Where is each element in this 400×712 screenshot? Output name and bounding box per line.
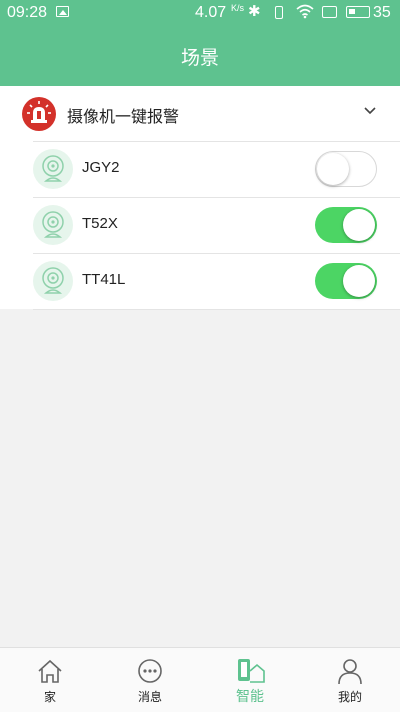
toggle-knob	[317, 153, 349, 185]
image-notification-icon	[56, 6, 69, 17]
device-toggle-jgy2[interactable]	[315, 151, 377, 187]
nav-item-profile[interactable]: 我的	[300, 648, 400, 712]
device-row-t52x: T52X	[33, 197, 400, 253]
nav-label: 消息	[137, 690, 162, 704]
wifi-icon	[296, 4, 314, 19]
sim-icon	[322, 6, 337, 18]
chevron-down-icon[interactable]	[363, 106, 377, 116]
camera-icon	[33, 205, 73, 245]
message-icon	[138, 659, 162, 683]
header-bar: 09:28 4.07 K/s ✱ 35 场景	[0, 0, 400, 86]
nav-label: 家	[43, 690, 56, 704]
device-row-jgy2: JGY2	[33, 141, 400, 197]
camera-icon	[33, 149, 73, 189]
toggle-knob	[343, 209, 375, 241]
toggle-knob	[343, 265, 375, 297]
battery-level: 35	[373, 4, 391, 21]
home-icon	[38, 659, 62, 683]
device-name: TT41L	[82, 271, 126, 288]
nav-item-smart[interactable]: 智能	[200, 648, 300, 712]
device-toggle-t52x[interactable]	[315, 207, 377, 243]
device-name: T52X	[82, 215, 118, 232]
profile-icon	[338, 659, 362, 685]
nav-label: 我的	[337, 690, 362, 704]
vibrate-icon	[275, 6, 283, 19]
device-toggle-tt41l[interactable]	[315, 263, 377, 299]
nav-label: 智能	[236, 689, 264, 705]
bottom-nav: 家 消息 智能 我的	[0, 647, 400, 712]
network-speed: 4.07	[195, 4, 227, 21]
smart-icon	[238, 659, 265, 683]
scene-card: 摄像机一键报警 JGY2 T52X TT41L	[0, 86, 400, 310]
status-bar: 09:28 4.07 K/s ✱ 35	[0, 0, 400, 26]
bluetooth-icon: ✱	[248, 3, 261, 20]
battery-icon	[346, 6, 370, 18]
nav-item-home[interactable]: 家	[0, 648, 100, 712]
scene-header[interactable]: 摄像机一键报警	[0, 86, 400, 141]
device-name: JGY2	[82, 159, 120, 176]
alarm-siren-icon	[22, 97, 56, 131]
status-time: 09:28	[7, 4, 48, 21]
page-title: 场景	[180, 47, 219, 69]
device-row-tt41l: TT41L	[33, 253, 400, 310]
network-speed-unit: K/s	[231, 3, 245, 13]
camera-icon	[33, 261, 73, 301]
nav-item-messages[interactable]: 消息	[100, 648, 200, 712]
scene-name: 摄像机一键报警	[67, 107, 180, 126]
